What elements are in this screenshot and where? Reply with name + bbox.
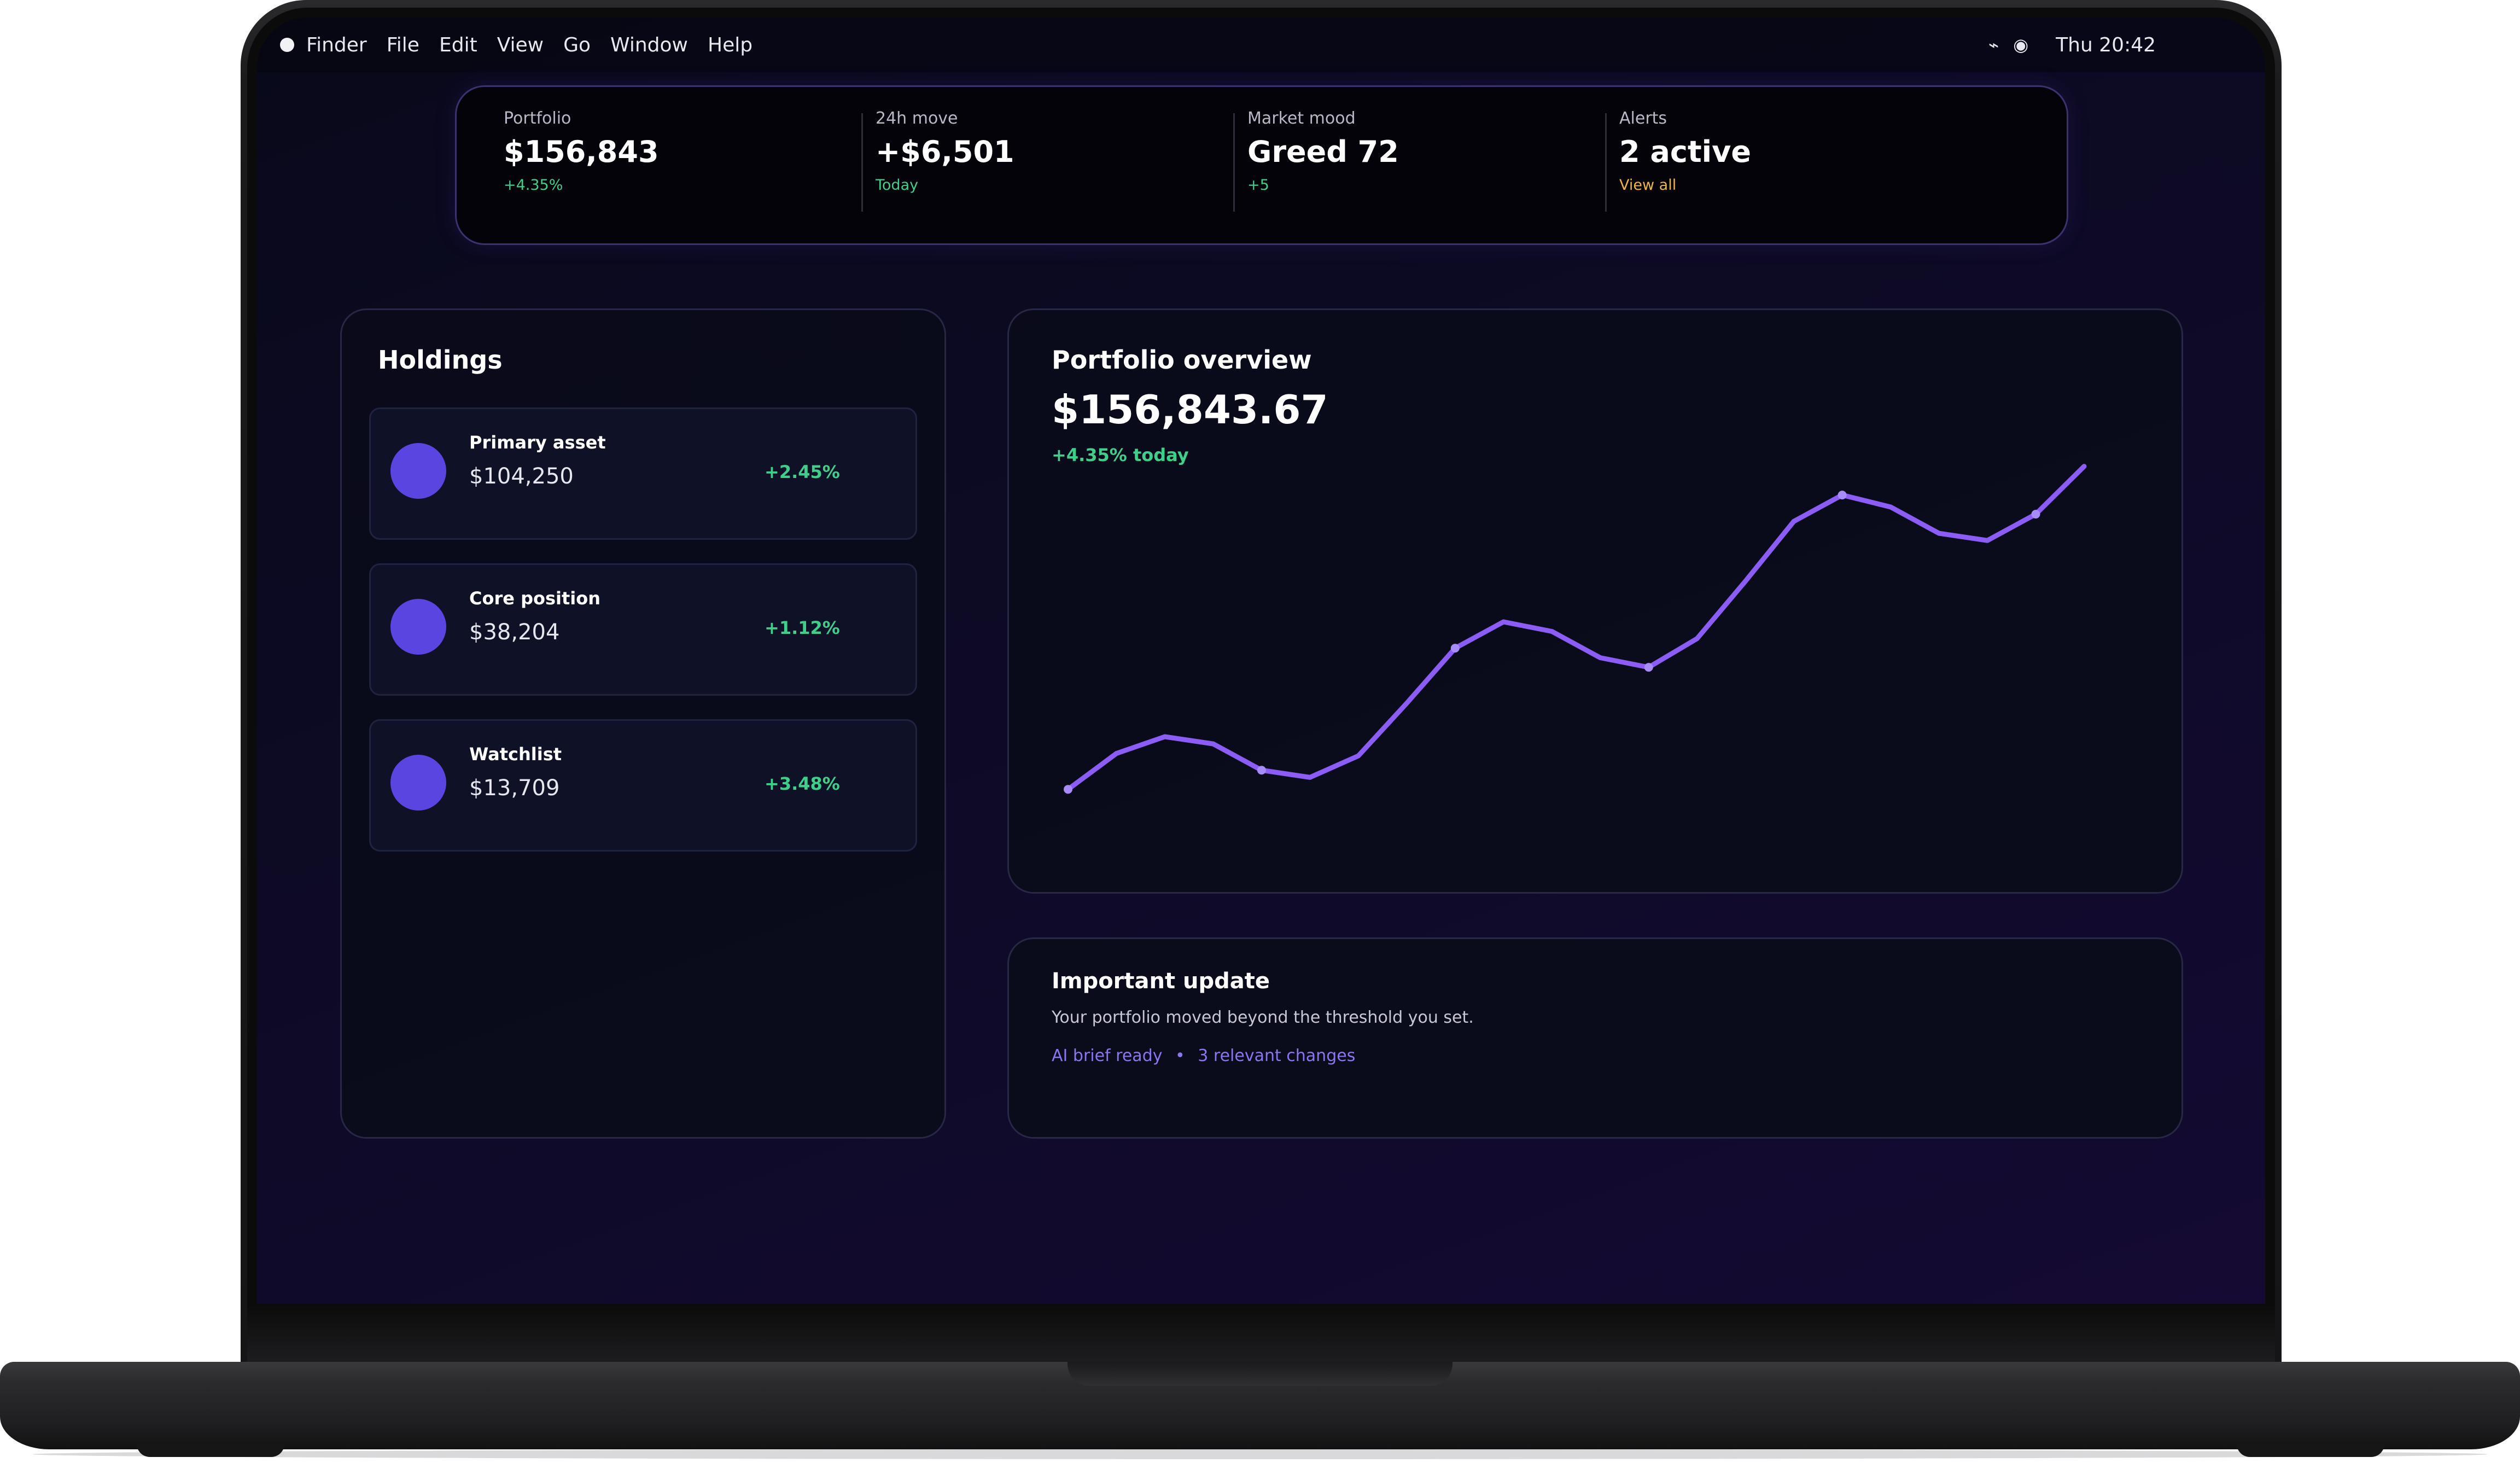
stats-bar: Portfolio $156,843 +4.35% 24h move +$6,5… <box>455 85 2068 245</box>
menu-view[interactable]: View <box>497 34 544 56</box>
series-line <box>1065 464 2087 792</box>
stat-market-mood: Market mood Greed 72 +5 <box>1247 109 1399 207</box>
data-point[interactable] <box>1838 491 1847 500</box>
ai-brief-link[interactable]: AI brief ready <box>1052 1046 1163 1065</box>
laptop-opening-notch <box>1068 1362 1452 1386</box>
view-all-alerts-link[interactable]: View all <box>1619 177 1751 194</box>
stat-sub: +4.35% <box>504 177 563 194</box>
holding-amount: $104,250 <box>469 464 574 489</box>
control-center-icon[interactable]: ◉ <box>2013 34 2028 55</box>
laptop-foot-left <box>137 1444 284 1457</box>
important-update-card: Important update Your portfolio moved be… <box>1007 937 2183 1139</box>
menu-clock[interactable]: Thu 20:42 <box>2056 34 2156 56</box>
menu-file[interactable]: File <box>387 34 419 56</box>
holding-row[interactable]: Core position $38,204 +1.12% <box>369 563 917 696</box>
data-point[interactable] <box>1064 785 1072 794</box>
asset-avatar <box>390 443 446 499</box>
stat-value: Greed 72 <box>1247 135 1399 169</box>
update-tags: AI brief ready • 3 relevant changes <box>1052 1046 1355 1065</box>
holdings-card: Holdings Primary asset $104,250 +2.45% C… <box>340 308 946 1139</box>
data-point[interactable] <box>2031 510 2040 519</box>
menu-edit[interactable]: Edit <box>439 34 477 56</box>
holding-row[interactable]: Primary asset $104,250 +2.45% <box>369 407 917 540</box>
stat-sub: Today <box>876 177 919 194</box>
stat-value: $156,843 <box>504 135 659 169</box>
stat-label: Portfolio <box>504 109 571 128</box>
relevant-changes-link[interactable]: 3 relevant changes <box>1198 1046 1355 1065</box>
stat-label: Market mood <box>1247 109 1356 128</box>
menu-help[interactable]: Help <box>708 34 752 56</box>
stat-divider <box>861 113 863 212</box>
holding-name: Primary asset <box>469 432 606 453</box>
stat-24h-move: 24h move +$6,501 Today <box>876 109 1014 207</box>
data-point[interactable] <box>1644 663 1653 672</box>
holding-change: +3.48% <box>765 773 840 794</box>
update-body: Your portfolio moved beyond the threshol… <box>1052 1008 1474 1027</box>
holding-amount: $38,204 <box>469 620 560 645</box>
data-point[interactable] <box>1450 644 1460 653</box>
holding-name: Watchlist <box>469 744 562 765</box>
stat-value: 2 active <box>1619 135 1751 169</box>
asset-avatar <box>390 755 446 811</box>
holdings-title: Holdings <box>378 345 503 375</box>
holding-change: +2.45% <box>765 462 840 482</box>
stat-label: 24h move <box>876 109 958 128</box>
apple-menu-icon[interactable] <box>280 38 294 52</box>
laptop-foot-right <box>2237 1444 2384 1457</box>
holding-row[interactable]: Watchlist $13,709 +3.48% <box>369 719 917 852</box>
holding-amount: $13,709 <box>469 776 560 801</box>
stat-divider <box>1605 113 1607 212</box>
menu-window[interactable]: Window <box>610 34 688 56</box>
stat-label: Alerts <box>1619 109 1667 128</box>
portfolio-overview-card: Portfolio overview $156,843.67 +4.35% to… <box>1007 308 2183 894</box>
menu-extras: ⌁ ◉ Thu 20:42 <box>1988 18 2156 72</box>
tag-separator: • <box>1175 1046 1185 1065</box>
stat-sub: +5 <box>1247 177 1269 194</box>
update-title: Important update <box>1052 969 1270 994</box>
stat-alerts: Alerts 2 active View all <box>1619 109 1751 207</box>
stat-divider <box>1233 113 1235 212</box>
laptop-shadow <box>33 1449 2487 1459</box>
holding-change: +1.12% <box>765 617 840 638</box>
portfolio-line-chart[interactable] <box>1009 310 2181 892</box>
holding-name: Core position <box>469 588 601 609</box>
stat-value: +$6,501 <box>876 135 1014 169</box>
stat-portfolio: Portfolio $156,843 +4.35% <box>504 109 659 207</box>
screen: Finder File Edit View Go Window Help ⌁ ◉… <box>257 18 2265 1304</box>
menu-finder[interactable]: Finder <box>306 34 367 56</box>
menu-bar: Finder File Edit View Go Window Help ⌁ ◉… <box>257 18 2265 72</box>
menu-go[interactable]: Go <box>563 34 591 56</box>
wifi-icon[interactable]: ⌁ <box>1988 34 1999 55</box>
laptop-chin <box>247 1306 2275 1367</box>
asset-avatar <box>390 599 446 655</box>
data-point[interactable] <box>1257 766 1266 775</box>
